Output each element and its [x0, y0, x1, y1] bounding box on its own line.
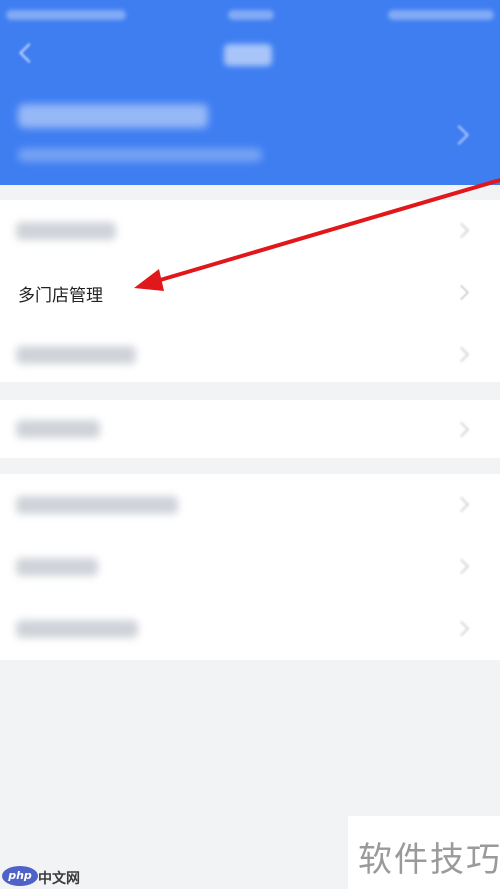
menu-group-2	[0, 400, 500, 458]
menu-group-1: 多门店管理	[0, 200, 500, 382]
carrier-signal-blurred	[6, 10, 126, 20]
chevron-right-icon	[449, 125, 469, 145]
account-detail-blurred	[18, 148, 262, 162]
menu-item-7[interactable]	[0, 598, 500, 660]
menu-item-4[interactable]	[0, 400, 500, 458]
menu-item-label: 多门店管理	[18, 286, 103, 306]
account-info[interactable]	[0, 90, 500, 180]
chevron-right-icon	[453, 284, 470, 301]
menu-item-multi-store[interactable]: 多门店管理	[0, 262, 500, 324]
chevron-right-icon	[453, 222, 470, 239]
logo-text: 中文网	[38, 871, 80, 887]
menu-label-blurred	[16, 346, 136, 364]
account-name-blurred	[18, 104, 208, 128]
page-title-blurred	[224, 44, 272, 66]
chevron-right-icon	[453, 421, 470, 438]
battery-status-blurred	[388, 10, 494, 20]
header	[0, 0, 500, 185]
menu-item-6[interactable]	[0, 536, 500, 598]
chevron-right-icon	[453, 496, 470, 513]
chevron-right-icon	[453, 346, 470, 363]
menu-label-blurred	[16, 496, 178, 514]
chevron-right-icon	[453, 558, 470, 575]
menu-item-3[interactable]	[0, 324, 500, 386]
menu-item-1[interactable]	[0, 200, 500, 262]
status-bar	[0, 0, 500, 32]
watermark: 软件技巧	[348, 816, 500, 889]
menu-label-blurred	[16, 620, 138, 638]
menu-item-5[interactable]	[0, 474, 500, 536]
back-icon[interactable]	[19, 43, 39, 63]
logo-mark: php	[2, 866, 38, 886]
clock-blurred	[228, 10, 274, 20]
chevron-right-icon	[453, 620, 470, 637]
menu-group-3	[0, 474, 500, 660]
menu-label-blurred	[16, 222, 116, 240]
menu-label-blurred	[16, 558, 98, 576]
nav-bar	[0, 32, 500, 80]
menu-label-blurred	[16, 420, 100, 438]
watermark-text: 软件技巧	[358, 840, 500, 880]
